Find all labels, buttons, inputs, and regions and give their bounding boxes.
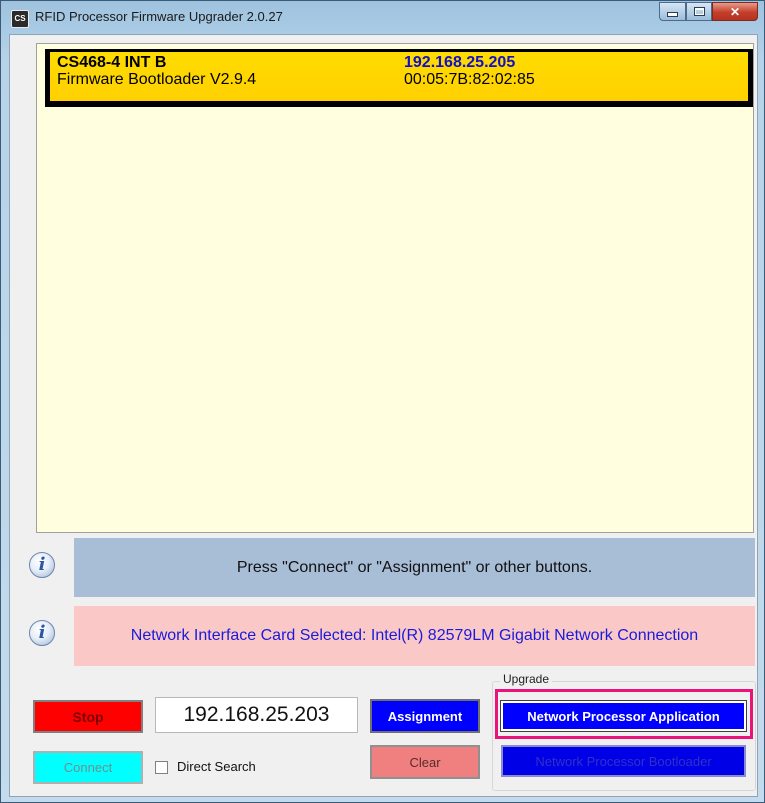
network-processor-application-button[interactable]: Network Processor Application bbox=[500, 700, 747, 732]
network-processor-bootloader-button[interactable]: Network Processor Bootloader bbox=[501, 745, 746, 777]
app-icon[interactable]: CS bbox=[11, 10, 29, 28]
maximize-button[interactable] bbox=[686, 2, 712, 21]
device-card-body: CS468-4 INT B Firmware Bootloader V2.9.4… bbox=[50, 52, 748, 101]
device-list[interactable]: CS468-4 INT B Firmware Bootloader V2.9.4… bbox=[36, 43, 754, 533]
client-area: CS468-4 INT B Firmware Bootloader V2.9.4… bbox=[9, 34, 758, 797]
window-controls: ✕ bbox=[659, 2, 758, 22]
clear-button[interactable]: Clear bbox=[370, 745, 480, 779]
upgrade-group-label: Upgrade bbox=[500, 672, 553, 686]
device-mac: 00:05:7B:82:02:85 bbox=[404, 71, 535, 88]
device-ip: 192.168.25.205 bbox=[404, 54, 516, 71]
minimize-icon bbox=[667, 11, 678, 17]
status-message: Press "Connect" or "Assignment" or other… bbox=[74, 538, 755, 597]
close-icon: ✕ bbox=[729, 4, 741, 19]
info-icon: i bbox=[29, 620, 55, 646]
device-card[interactable]: CS468-4 INT B Firmware Bootloader V2.9.4… bbox=[45, 49, 753, 107]
assignment-button[interactable]: Assignment bbox=[370, 699, 480, 733]
connect-button[interactable]: Connect bbox=[33, 751, 143, 784]
minimize-button[interactable] bbox=[659, 2, 686, 21]
window-title: RFID Processor Firmware Upgrader 2.0.27 bbox=[35, 9, 283, 24]
close-button[interactable]: ✕ bbox=[712, 2, 758, 21]
maximize-icon bbox=[693, 7, 705, 16]
app-window: CS RFID Processor Firmware Upgrader 2.0.… bbox=[0, 0, 765, 803]
title-bar[interactable]: CS RFID Processor Firmware Upgrader 2.0.… bbox=[1, 1, 764, 33]
direct-search-checkbox[interactable] bbox=[155, 761, 168, 774]
direct-search-label[interactable]: Direct Search bbox=[177, 759, 256, 774]
nic-message: Network Interface Card Selected: Intel(R… bbox=[74, 606, 755, 666]
stop-button[interactable]: Stop bbox=[33, 700, 143, 733]
device-firmware: Firmware Bootloader V2.9.4 bbox=[57, 71, 257, 88]
info-icon: i bbox=[29, 552, 55, 578]
device-model: CS468-4 INT B bbox=[57, 54, 167, 71]
ip-address-input[interactable] bbox=[155, 697, 358, 733]
